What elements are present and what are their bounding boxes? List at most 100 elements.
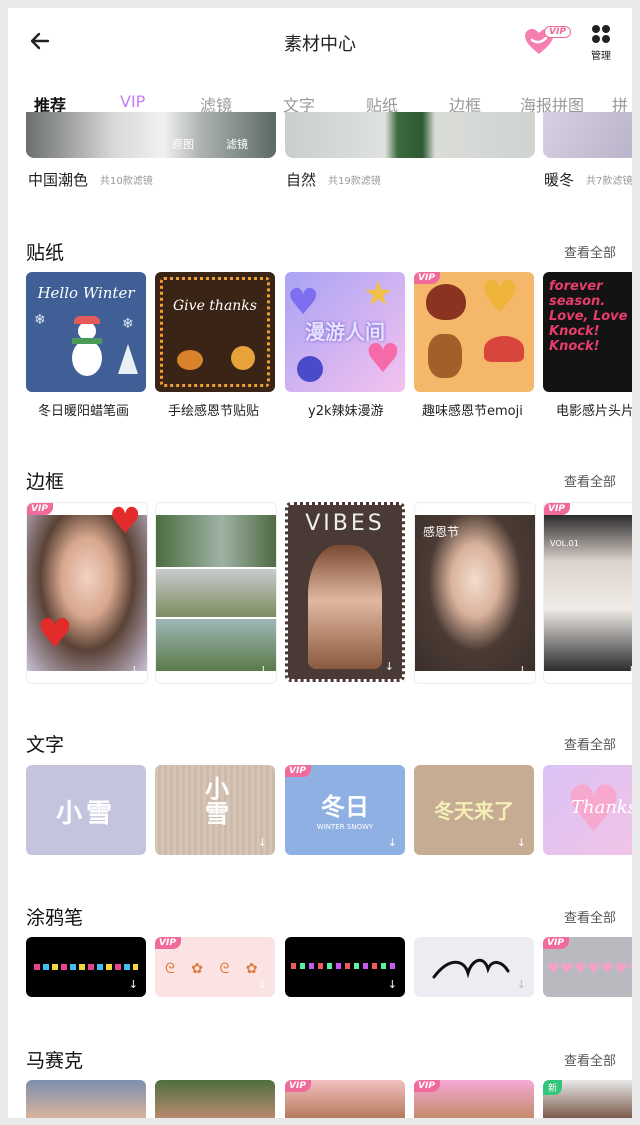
download-icon: ↓	[257, 836, 267, 849]
snowflake-icon: ❄	[34, 312, 46, 328]
download-icon: ↓	[387, 836, 397, 849]
heart-icon: ♥	[109, 502, 142, 542]
see-all-mosaic-link[interactable]: 查看全部	[564, 1050, 616, 1069]
vip-tag: VIP	[414, 1080, 440, 1092]
download-icon: ↓	[517, 664, 527, 677]
vip-tag: VIP	[543, 937, 569, 949]
brush-preview	[34, 964, 138, 970]
frame-card[interactable]: VIBES ↓	[285, 502, 405, 682]
manage-button[interactable]: 管理	[586, 24, 616, 68]
sticker-card[interactable]: ♥ ★ 漫游人间 ♥	[285, 272, 405, 392]
manage-label: 管理	[591, 51, 611, 62]
filter-card[interactable]	[543, 112, 632, 158]
filter-card[interactable]: 原图 滤镜	[26, 112, 276, 158]
see-all-stickers-link[interactable]: 查看全部	[564, 242, 616, 261]
portrait-photo	[308, 545, 382, 669]
sticker-caption: 手绘感恩节贴贴	[168, 404, 260, 419]
vip-tag: VIP	[27, 503, 53, 515]
download-icon: ↓	[128, 978, 138, 991]
vip-tag: VIP	[285, 1080, 311, 1092]
text-style-card[interactable]: 冬日 WINTER SNOWY VIP ↓	[285, 765, 405, 855]
chestnut-icon	[426, 284, 466, 320]
sticker-card[interactable]: Give thanks	[155, 272, 275, 392]
download-icon: ↓	[516, 836, 526, 849]
download-icon: ↓	[257, 978, 267, 991]
brush-card[interactable]: ♥♥♥♥♥♥♥ VIP	[543, 937, 632, 997]
chicken-icon	[231, 346, 255, 370]
section-title-stickers: 贴纸	[26, 242, 65, 264]
filter-card[interactable]	[285, 112, 535, 158]
mushroom-icon	[484, 336, 524, 362]
vip-badge: VIP	[544, 26, 571, 38]
frame-card[interactable]: VOL.01 VIP ↓	[543, 502, 632, 684]
sticker-card[interactable]: Hello Winter ❄ ❄	[26, 272, 146, 392]
filter-count: 共19款滤镜	[328, 176, 381, 187]
grid-icon	[592, 25, 610, 43]
see-all-brush-link[interactable]: 查看全部	[564, 907, 616, 926]
planet-icon	[297, 356, 323, 382]
sticker-art-text: forever season. Love, Love Knock! Knock!	[549, 279, 628, 354]
frame-art-text: VIBES	[305, 511, 385, 536]
see-all-frames-link[interactable]: 查看全部	[564, 471, 616, 490]
brush-card[interactable]: ᘓ ✿ ᘓ ✿ VIP ↓	[155, 937, 275, 997]
pumpkin-icon	[177, 350, 203, 370]
sticker-art-text: Give thanks	[173, 298, 257, 314]
sticker-card[interactable]: forever season. Love, Love Knock! Knock!	[543, 272, 632, 392]
section-title-text: 文字	[26, 734, 65, 756]
frame-art-text: VOL.01	[550, 539, 579, 548]
brush-preview	[291, 963, 399, 969]
snowman-icon	[70, 316, 104, 380]
star-icon: ★	[363, 274, 394, 314]
text-style-card[interactable]: 小雪	[26, 765, 146, 855]
download-icon: ↓	[258, 664, 268, 677]
vip-tag: VIP	[544, 503, 570, 515]
sticker-card[interactable]: ♥ VIP	[414, 272, 534, 392]
filter-count: 共10款滤镜	[100, 176, 153, 187]
brush-card[interactable]: ↓	[414, 937, 534, 997]
mosaic-card[interactable]: 新	[543, 1080, 632, 1118]
new-tag: 新	[543, 1080, 563, 1095]
see-all-text-link[interactable]: 查看全部	[564, 734, 616, 753]
download-icon: ↓	[516, 978, 526, 991]
download-icon: ↓	[384, 660, 394, 673]
material-center-screen: 素材中心 VIP 管理 推荐 VIP 滤镜 文字 贴纸 边框 海报拼图 拼 原图…	[8, 8, 632, 1118]
heart-icon: ♥	[365, 336, 401, 382]
mosaic-card[interactable]	[155, 1080, 275, 1118]
original-label: 原图	[172, 138, 194, 151]
text-style-card[interactable]: 小雪 ↓	[155, 765, 275, 855]
filter-count: 共7款滤镜	[586, 176, 632, 187]
sticker-caption: 趣味感恩节emoji	[422, 404, 523, 419]
frame-card[interactable]: ↓	[155, 502, 277, 684]
vip-entry-button[interactable]: VIP	[524, 26, 572, 56]
mosaic-card[interactable]	[26, 1080, 146, 1118]
text-style-card[interactable]: 冬天来了 ↓	[414, 765, 534, 855]
heart-icon: ♥	[480, 272, 520, 323]
frame-card[interactable]: 感恩节 ↓	[414, 502, 536, 684]
section-title-brush: 涂鸦笔	[26, 907, 84, 929]
heart-icon: ♥	[37, 611, 73, 657]
text-art: 冬日	[321, 793, 369, 821]
download-icon: ↓	[387, 978, 397, 991]
brush-card[interactable]: ↓	[285, 937, 405, 997]
mosaic-card[interactable]: VIP	[285, 1080, 405, 1118]
sticker-caption: y2k辣妹漫游	[308, 404, 384, 419]
sticker-border	[160, 277, 270, 387]
section-title-frames: 边框	[26, 471, 65, 493]
vip-tag: VIP	[414, 272, 440, 284]
download-icon: ↓	[627, 664, 632, 677]
snowflake-icon: ❄	[122, 316, 134, 332]
text-art-sub: WINTER SNOWY	[316, 823, 374, 831]
brush-preview: ᘓ ✿ ᘓ ✿	[165, 961, 264, 977]
tab-vip[interactable]: VIP	[120, 92, 145, 111]
text-style-card[interactable]: ♥ Thanks	[543, 765, 632, 855]
waterfall-photo	[156, 515, 276, 567]
sticker-caption: 电影感片头片	[556, 404, 632, 419]
filter-name: 暖冬	[544, 171, 575, 189]
text-art: 小雪	[55, 799, 116, 829]
filter-name: 中国潮色	[28, 171, 89, 189]
frame-card[interactable]: ♥ ♥ VIP ↓	[26, 502, 148, 684]
mosaic-card[interactable]: VIP	[414, 1080, 534, 1118]
brush-preview: ♥♥♥♥♥♥♥	[547, 961, 632, 977]
filter-label: 滤镜	[226, 138, 248, 151]
brush-card[interactable]: ↓	[26, 937, 146, 997]
